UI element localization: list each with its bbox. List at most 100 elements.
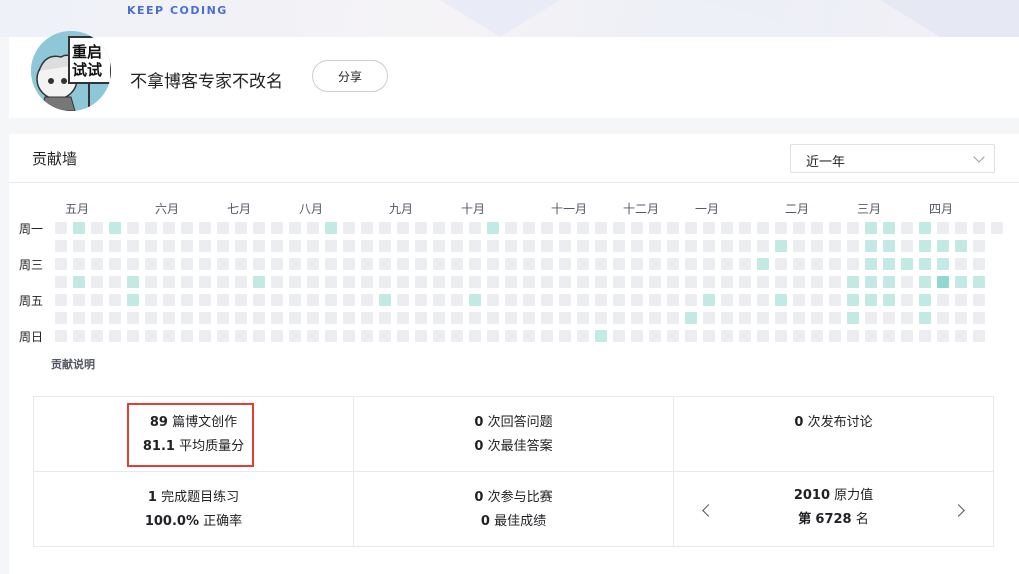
contribution-cell[interactable] bbox=[847, 312, 859, 324]
contribution-cell[interactable] bbox=[163, 240, 175, 252]
contribution-cell[interactable] bbox=[919, 222, 931, 234]
contribution-cell[interactable] bbox=[577, 312, 589, 324]
contribution-cell[interactable] bbox=[469, 222, 481, 234]
contribution-cell[interactable] bbox=[703, 258, 715, 270]
contribution-cell[interactable] bbox=[163, 312, 175, 324]
contribution-cell[interactable] bbox=[271, 276, 283, 288]
contribution-cell[interactable] bbox=[217, 222, 229, 234]
contribution-cell[interactable] bbox=[253, 258, 265, 270]
contribution-cell[interactable] bbox=[991, 222, 1003, 234]
contribution-cell[interactable] bbox=[73, 258, 85, 270]
contribution-cell[interactable] bbox=[469, 276, 481, 288]
contribution-cell[interactable] bbox=[523, 276, 535, 288]
contribution-cell[interactable] bbox=[631, 222, 643, 234]
contribution-cell[interactable] bbox=[775, 276, 787, 288]
contribution-cell[interactable] bbox=[955, 258, 967, 270]
contribution-cell[interactable] bbox=[127, 276, 139, 288]
contribution-cell[interactable] bbox=[721, 330, 733, 342]
contribution-cell[interactable] bbox=[505, 258, 517, 270]
contribution-cell[interactable] bbox=[325, 294, 337, 306]
contribution-cell[interactable] bbox=[649, 222, 661, 234]
contribution-cell[interactable] bbox=[937, 330, 949, 342]
contribution-cell[interactable] bbox=[109, 312, 121, 324]
contribution-cell[interactable] bbox=[721, 258, 733, 270]
contribution-cell[interactable] bbox=[865, 330, 877, 342]
contribution-cell[interactable] bbox=[361, 294, 373, 306]
contribution-cell[interactable] bbox=[739, 258, 751, 270]
contribution-cell[interactable] bbox=[865, 258, 877, 270]
contribution-cell[interactable] bbox=[577, 330, 589, 342]
contribution-cell[interactable] bbox=[685, 276, 697, 288]
contribution-cell[interactable] bbox=[937, 276, 949, 288]
contribution-cell[interactable] bbox=[955, 240, 967, 252]
contribution-cell[interactable] bbox=[973, 240, 985, 252]
contribution-cell[interactable] bbox=[559, 258, 571, 270]
contribution-cell[interactable] bbox=[577, 294, 589, 306]
contribution-cell[interactable] bbox=[487, 276, 499, 288]
contribution-cell[interactable] bbox=[613, 276, 625, 288]
contribution-cell[interactable] bbox=[559, 276, 571, 288]
contribution-cell[interactable] bbox=[973, 276, 985, 288]
contribution-cell[interactable] bbox=[577, 276, 589, 288]
contribution-cell[interactable] bbox=[91, 294, 103, 306]
contribution-cell[interactable] bbox=[541, 240, 553, 252]
contribution-cell[interactable] bbox=[757, 312, 769, 324]
contribution-cell[interactable] bbox=[55, 276, 67, 288]
contribution-cell[interactable] bbox=[415, 294, 427, 306]
contribution-cell[interactable] bbox=[397, 312, 409, 324]
contribution-cell[interactable] bbox=[235, 330, 247, 342]
contribution-cell[interactable] bbox=[541, 222, 553, 234]
contribution-cell[interactable] bbox=[901, 276, 913, 288]
contribution-cell[interactable] bbox=[325, 276, 337, 288]
contribution-cell[interactable] bbox=[685, 330, 697, 342]
contribution-cell[interactable] bbox=[631, 276, 643, 288]
contribution-cell[interactable] bbox=[829, 294, 841, 306]
contribution-cell[interactable] bbox=[433, 240, 445, 252]
contribution-cell[interactable] bbox=[127, 258, 139, 270]
contribution-cell[interactable] bbox=[919, 240, 931, 252]
contribution-cell[interactable] bbox=[829, 240, 841, 252]
contribution-cell[interactable] bbox=[145, 276, 157, 288]
contribution-cell[interactable] bbox=[415, 258, 427, 270]
contribution-cell[interactable] bbox=[397, 222, 409, 234]
contribution-cell[interactable] bbox=[55, 294, 67, 306]
contribution-cell[interactable] bbox=[811, 258, 823, 270]
contribution-cell[interactable] bbox=[163, 294, 175, 306]
contribution-cell[interactable] bbox=[91, 222, 103, 234]
contribution-cell[interactable] bbox=[181, 258, 193, 270]
contribution-cell[interactable] bbox=[343, 258, 355, 270]
contribution-cell[interactable] bbox=[217, 258, 229, 270]
contribution-cell[interactable] bbox=[235, 258, 247, 270]
avatar[interactable]: 重启 试试 bbox=[31, 31, 111, 111]
contribution-cell[interactable] bbox=[721, 222, 733, 234]
contribution-cell[interactable] bbox=[181, 240, 193, 252]
contribution-cell[interactable] bbox=[541, 276, 553, 288]
contribution-cell[interactable] bbox=[631, 294, 643, 306]
contribution-cell[interactable] bbox=[865, 294, 877, 306]
contribution-cell[interactable] bbox=[379, 240, 391, 252]
contribution-cell[interactable] bbox=[955, 222, 967, 234]
contribution-cell[interactable] bbox=[775, 258, 787, 270]
contribution-cell[interactable] bbox=[325, 240, 337, 252]
contribution-cell[interactable] bbox=[343, 330, 355, 342]
contribution-cell[interactable] bbox=[253, 294, 265, 306]
contribution-cell[interactable] bbox=[667, 276, 679, 288]
contribution-cell[interactable] bbox=[505, 240, 517, 252]
contribution-cell[interactable] bbox=[703, 222, 715, 234]
contribution-cell[interactable] bbox=[937, 294, 949, 306]
contribution-cell[interactable] bbox=[397, 276, 409, 288]
contribution-cell[interactable] bbox=[613, 222, 625, 234]
contribution-cell[interactable] bbox=[901, 312, 913, 324]
contribution-cell[interactable] bbox=[901, 222, 913, 234]
contribution-cell[interactable] bbox=[181, 330, 193, 342]
contribution-cell[interactable] bbox=[613, 240, 625, 252]
contribution-cell[interactable] bbox=[613, 312, 625, 324]
contribution-cell[interactable] bbox=[199, 240, 211, 252]
contribution-cell[interactable] bbox=[181, 294, 193, 306]
contribution-cell[interactable] bbox=[955, 276, 967, 288]
contribution-cell[interactable] bbox=[523, 294, 535, 306]
contribution-cell[interactable] bbox=[667, 240, 679, 252]
contribution-cell[interactable] bbox=[397, 240, 409, 252]
contribution-cell[interactable] bbox=[379, 222, 391, 234]
contribution-cell[interactable] bbox=[127, 312, 139, 324]
